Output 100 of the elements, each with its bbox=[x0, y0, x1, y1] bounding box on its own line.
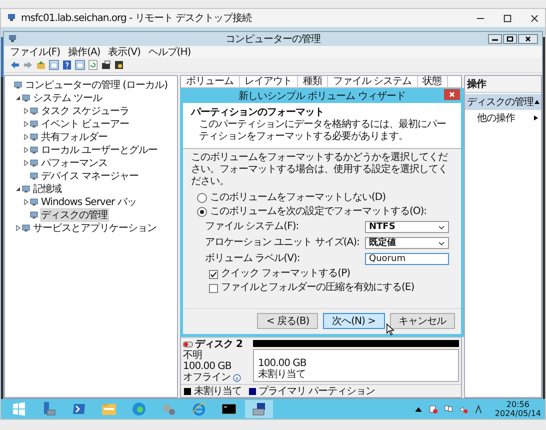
maximize-icon[interactable] bbox=[503, 14, 512, 22]
collapsed-arrow-icon[interactable] bbox=[23, 198, 29, 204]
column-header[interactable]: ボリューム bbox=[181, 76, 240, 87]
tree-item[interactable]: 記憶域 bbox=[32, 182, 62, 196]
node-icon bbox=[22, 184, 30, 192]
properties-icon[interactable] bbox=[114, 60, 124, 70]
network-icon[interactable] bbox=[444, 404, 453, 414]
tree-item[interactable]: タスク スケジューラ bbox=[40, 104, 130, 118]
page-heading: パーティションのフォーマット bbox=[191, 107, 325, 119]
tree-item[interactable]: パフォーマンス bbox=[40, 156, 108, 170]
submenu-arrow-icon bbox=[533, 115, 539, 121]
tree-item[interactable]: デバイス マネージャー bbox=[40, 168, 140, 182]
restore-button[interactable] bbox=[503, 34, 517, 44]
field-label: ボリューム ラベル(V): bbox=[205, 253, 301, 265]
dialog-button[interactable]: キャンセル bbox=[390, 313, 455, 329]
collapsed-arrow-icon[interactable] bbox=[23, 160, 29, 166]
node-icon bbox=[30, 120, 38, 128]
tree-item[interactable]: ディスクの管理 bbox=[40, 208, 108, 222]
input-field[interactable]: Quorum bbox=[365, 253, 449, 265]
refresh-icon[interactable] bbox=[88, 60, 98, 70]
collapsed-arrow-icon[interactable] bbox=[23, 108, 29, 114]
column-header[interactable]: レイアウト bbox=[240, 76, 298, 87]
expanded-arrow-icon[interactable] bbox=[15, 186, 21, 192]
menu-item[interactable]: 操作(A) bbox=[68, 45, 100, 59]
computer-icon bbox=[8, 34, 18, 44]
computer-management-icon[interactable] bbox=[245, 400, 273, 418]
speaker-icon[interactable] bbox=[458, 404, 468, 414]
dialog-button[interactable]: 次へ(N) > bbox=[323, 313, 384, 329]
actions-section[interactable]: ディスクの管理 bbox=[465, 94, 541, 110]
window-title: msfc01.lab.seichan.org - リモート デスクトップ接続 bbox=[21, 12, 252, 25]
partition-size: 100.00 GB bbox=[258, 358, 308, 369]
radio-button[interactable] bbox=[197, 207, 207, 217]
chevron-down-icon[interactable] bbox=[438, 224, 445, 230]
export-icon[interactable] bbox=[101, 60, 111, 70]
chevron-down-icon[interactable] bbox=[438, 240, 445, 246]
field-label: アロケーション ユニット サイズ(A): bbox=[205, 237, 360, 249]
tree-item[interactable]: コンピューターの管理 (ローカル) bbox=[24, 78, 168, 92]
instructions-text: このボリュームをフォーマットするかどうかを選択してください。フォーマットする場合は、使用する設定を選択してください。 bbox=[191, 152, 449, 188]
checkbox-label[interactable]: クイック フォーマットする(P) bbox=[221, 268, 350, 280]
node-icon bbox=[22, 94, 30, 102]
dialog-title: 新しいシンプル ボリューム ウィザード bbox=[238, 90, 406, 102]
dropdown-field[interactable]: NTFS bbox=[365, 221, 449, 233]
collapsed-arrow-icon[interactable] bbox=[23, 134, 29, 140]
collapse-arrow-icon[interactable] bbox=[534, 99, 540, 105]
language-icon[interactable] bbox=[474, 404, 483, 414]
node-icon bbox=[30, 132, 38, 140]
back-arrow-icon[interactable] bbox=[10, 60, 20, 70]
node-icon bbox=[30, 146, 38, 154]
dropdown-field[interactable]: 既定値 bbox=[365, 237, 449, 249]
node-icon bbox=[30, 198, 38, 206]
radio-button[interactable] bbox=[197, 193, 207, 203]
column-header[interactable]: ファイル システム bbox=[328, 76, 418, 87]
dialog-button[interactable]: < 戻る(B) bbox=[257, 313, 318, 329]
panel-icon[interactable] bbox=[49, 60, 59, 70]
tree-item[interactable]: サービスとアプリケーション bbox=[32, 220, 158, 234]
tree-item[interactable]: システム ツール bbox=[32, 90, 104, 104]
legend-label: プライマリ パーティション bbox=[258, 384, 376, 398]
info-icon[interactable] bbox=[232, 374, 240, 382]
radio-label[interactable]: このボリュームをフォーマットしない(D) bbox=[210, 192, 386, 204]
node-icon bbox=[30, 158, 38, 166]
radio-label[interactable]: このボリュームを次の設定でフォーマットする(O): bbox=[210, 206, 427, 218]
disk-status: オフライン bbox=[183, 372, 230, 383]
actions-header: 操作 bbox=[465, 76, 541, 93]
menu-item[interactable]: ヘルプ(H) bbox=[148, 45, 191, 59]
node-icon bbox=[30, 106, 38, 114]
tree-item[interactable]: 共有フォルダー bbox=[40, 130, 108, 144]
page-description: このパーティションにデータを格納するには、最初にパーティションをフォーマットする必要があります。 bbox=[198, 119, 447, 143]
checkbox-label[interactable]: ファイルとフォルダーの圧縮を有効にする(E) bbox=[221, 282, 414, 294]
panel-icon[interactable] bbox=[75, 60, 85, 70]
tree-item[interactable]: Windows Server バッ bbox=[40, 194, 138, 208]
disk-type: 不明 bbox=[183, 350, 203, 361]
tree-item[interactable]: ローカル ユーザーとグルー bbox=[40, 142, 159, 156]
window-title: コンピューターの管理 bbox=[226, 33, 320, 46]
folder-icon[interactable] bbox=[36, 60, 46, 70]
menu-item[interactable]: 表示(V) bbox=[108, 45, 140, 59]
show-hidden-icons-arrow[interactable] bbox=[414, 404, 423, 414]
flag-icon[interactable] bbox=[428, 404, 438, 414]
collapsed-arrow-icon[interactable] bbox=[23, 146, 29, 152]
checkbox[interactable] bbox=[209, 284, 218, 292]
field-label: ファイル システム(F): bbox=[205, 221, 300, 233]
close-button[interactable] bbox=[518, 34, 538, 44]
partition-block[interactable]: 100.00 GB 未割り当て bbox=[253, 349, 459, 382]
close-icon[interactable] bbox=[530, 14, 539, 22]
action-item[interactable]: 他の操作 bbox=[465, 110, 541, 126]
node-icon bbox=[22, 224, 30, 232]
collapsed-arrow-icon[interactable] bbox=[23, 120, 29, 126]
tree-item[interactable]: イベント ビューアー bbox=[40, 116, 130, 130]
clock-date[interactable]: 2024/05/14 bbox=[494, 409, 541, 418]
checkbox[interactable] bbox=[209, 270, 218, 278]
legend-label: 未割り当て bbox=[194, 384, 242, 398]
help-icon[interactable] bbox=[62, 60, 72, 70]
column-header[interactable]: 状態 bbox=[418, 76, 448, 87]
clock-time[interactable]: 20:56 bbox=[506, 400, 530, 409]
expanded-arrow-icon[interactable] bbox=[15, 94, 21, 100]
section-title: ディスクの管理 bbox=[467, 96, 534, 109]
column-header[interactable]: 種類 bbox=[298, 76, 328, 87]
menu-item[interactable]: ファイル(F) bbox=[10, 45, 60, 59]
minimize-button[interactable] bbox=[488, 34, 502, 44]
monitor-icon bbox=[7, 13, 17, 23]
collapsed-arrow-icon[interactable] bbox=[15, 224, 21, 230]
